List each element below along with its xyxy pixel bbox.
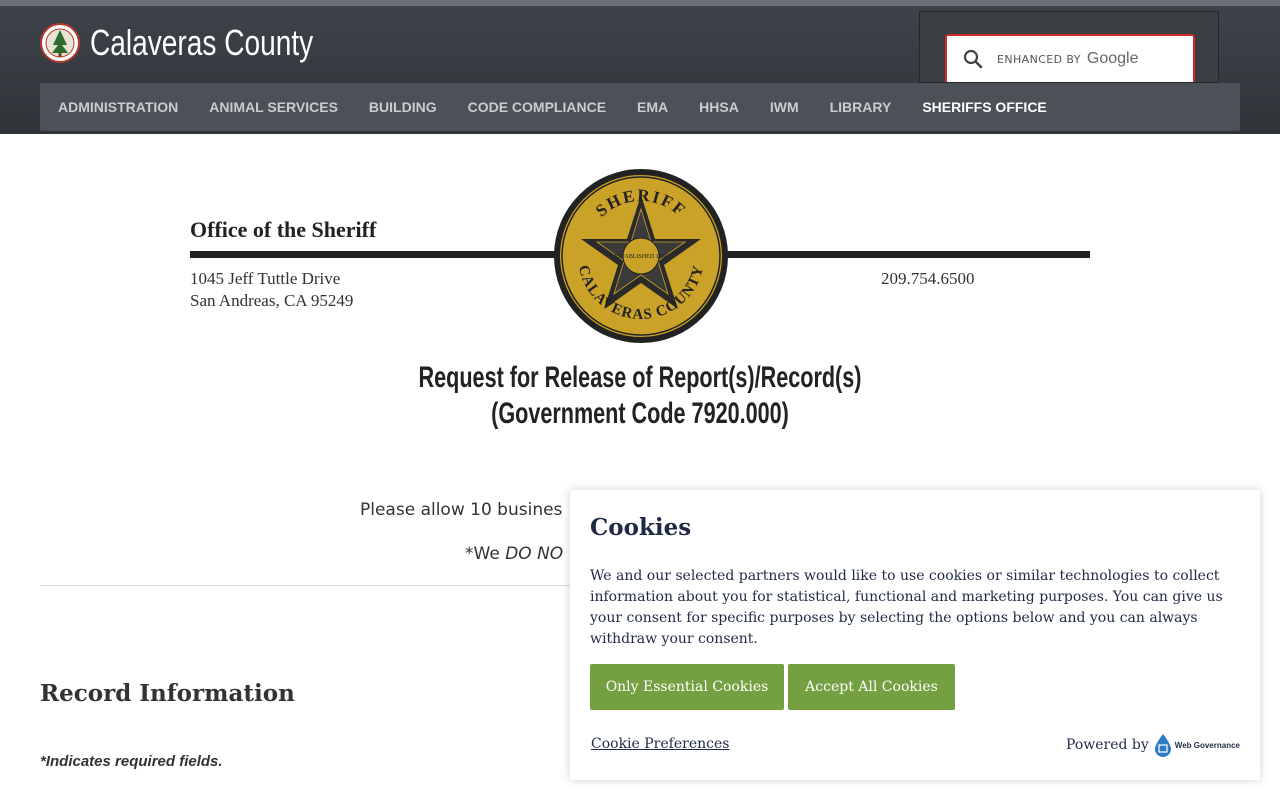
nav-item-sheriffs-office[interactable]: SHERIFFS OFFICE [922,99,1046,115]
request-title-line-2: (Government Code 7920.000) [491,397,789,430]
sheriff-letterhead: Office of the Sheriff 1045 Jeff Tuttle D… [190,165,1090,345]
vendor-name: Web Governance [1174,740,1240,750]
enhanced-by-google: ENHANCED BY Google [997,50,1138,68]
disclaimer-prefix: *We [465,544,506,564]
nav-item-ema[interactable]: EMA [637,99,668,115]
office-title: Office of the Sheriff [190,217,377,242]
nav-item-administration[interactable]: ADMINISTRATION [58,99,178,115]
search-input[interactable]: ENHANCED BY Google [945,34,1195,82]
search-container: ENHANCED BY Google [919,11,1219,83]
cookie-consent-panel: Cookies We and our selected partners wou… [570,490,1260,780]
web-governance-logo[interactable]: Web Governance [1153,733,1240,757]
only-essential-cookies-button[interactable]: Only Essential Cookies [590,664,784,710]
disclaimer-notice: *We DO NO [465,544,563,564]
nav-item-hhsa[interactable]: HHSA [699,99,739,115]
google-label: Google [1086,50,1139,67]
site-brand[interactable]: Calaveras County [40,22,376,64]
office-phone: 209.754.6500 [881,269,975,288]
powered-by: Powered by Web Governance [1066,733,1240,757]
water-drop-icon [1154,734,1171,757]
cookie-preferences-link[interactable]: Cookie Preferences [591,736,729,752]
address-line-2: San Andreas, CA 95249 [190,291,354,310]
powered-by-label: Powered by [1065,737,1149,753]
county-seal-logo [40,23,80,63]
disclaimer-emphasis: DO NO [505,544,564,564]
accept-all-cookies-button[interactable]: Accept All Cookies [788,664,955,710]
cookie-description: We and our selected partners would like … [590,568,1223,647]
section-divider [40,585,600,586]
required-fields-note: *Indicates required fields. [40,753,223,770]
nav-item-code-compliance[interactable]: CODE COMPLIANCE [468,99,606,115]
processing-notice: Please allow 10 busines [360,500,563,520]
search-icon[interactable] [963,49,983,69]
sheriff-badge-seal: ESTABLISHED 1850 SHERIFF CALAVERAS COUNT… [554,169,728,343]
seal-established-text: ESTABLISHED 1850 [614,254,667,260]
cookie-title: Cookies [590,514,692,541]
main-nav: ADMINISTRATION ANIMAL SERVICES BUILDING … [40,83,1240,131]
site-header: Calaveras County ENHANCED BY Google ADMI… [0,0,1280,134]
nav-item-iwm[interactable]: IWM [770,99,799,115]
request-title: Request for Release of Report(s)/Record(… [0,360,1280,432]
site-name: Calaveras County [90,22,314,63]
record-information-heading: Record Information [40,680,295,707]
nav-item-library[interactable]: LIBRARY [830,99,892,115]
address-line-1: 1045 Jeff Tuttle Drive [190,269,341,288]
nav-item-animal-services[interactable]: ANIMAL SERVICES [209,99,338,115]
request-title-line-1: Request for Release of Report(s)/Record(… [418,361,862,394]
enhanced-label: ENHANCED BY [997,52,1081,66]
nav-item-building[interactable]: BUILDING [369,99,437,115]
